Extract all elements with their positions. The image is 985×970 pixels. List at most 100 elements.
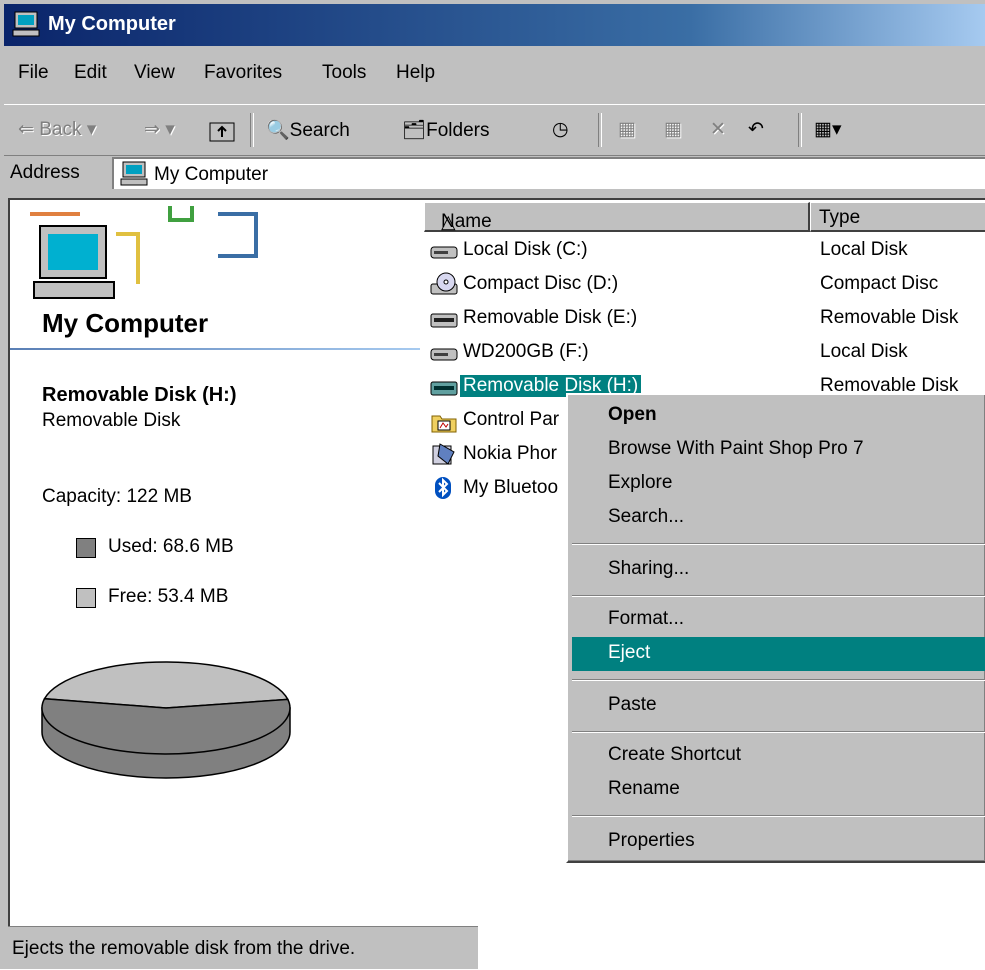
menu-edit[interactable]: Edit xyxy=(74,62,107,84)
used-swatch xyxy=(76,538,96,558)
back-arrow-icon: ⇐ xyxy=(18,119,34,140)
used-text: Used: 68.6 MB xyxy=(108,536,234,557)
menu-item-label: Rename xyxy=(608,778,680,799)
views-button[interactable]: ▦▾ xyxy=(814,118,842,141)
menu-item-label: Properties xyxy=(608,830,695,851)
toolbar-separator xyxy=(598,113,602,147)
menu-separator xyxy=(572,815,985,817)
file-type: Removable Disk xyxy=(820,307,959,328)
file-type: Compact Disc xyxy=(820,273,939,294)
address-value: My Computer xyxy=(154,164,269,185)
folders-label: Folders xyxy=(426,120,490,141)
phone-icon xyxy=(432,443,455,465)
my-computer-banner-icon xyxy=(30,206,258,299)
selected-item-type: Removable Disk xyxy=(42,410,181,431)
menu-item-label: Sharing... xyxy=(608,558,690,579)
menu-item-format[interactable]: Format... xyxy=(572,603,985,637)
menu-view[interactable]: View xyxy=(134,62,175,84)
folders-button[interactable]: 🗂Folders xyxy=(402,118,489,142)
context-menu: Open Browse With Paint Shop Pro 7 Explor… xyxy=(566,393,985,863)
copy-to-button[interactable]: ▦ xyxy=(664,118,682,141)
removable-drive-icon xyxy=(430,381,458,396)
file-name: Local Disk (C:) xyxy=(463,239,588,260)
pane-divider xyxy=(10,348,420,350)
menu-tools[interactable]: Tools xyxy=(322,62,366,84)
menu-item-explore[interactable]: Explore xyxy=(572,467,985,501)
file-type: Local Disk xyxy=(820,341,908,362)
title-bar[interactable]: My Computer xyxy=(4,4,985,46)
history-button[interactable]: ◷ xyxy=(552,118,569,141)
address-label: Address xyxy=(10,162,80,183)
undo-button[interactable]: ↶ xyxy=(748,118,764,141)
delete-button[interactable]: ✕ xyxy=(710,118,726,141)
menu-item-properties[interactable]: Properties xyxy=(572,825,985,859)
disk-usage-pie-chart xyxy=(41,661,291,779)
menu-item-label: Open xyxy=(608,404,657,425)
menu-item-rename[interactable]: Rename xyxy=(572,773,985,807)
menu-item-label: Format... xyxy=(608,608,685,629)
toolbar-separator xyxy=(798,113,802,147)
search-button[interactable]: 🔍Search xyxy=(266,118,350,142)
search-icon: 🔍 xyxy=(266,120,290,141)
free-text: Free: 53.4 MB xyxy=(108,586,229,607)
address-bar: Address My Computer xyxy=(4,156,985,190)
file-type: Local Disk xyxy=(820,239,908,260)
search-label: Search xyxy=(289,120,350,141)
file-name: Nokia Phor xyxy=(463,443,557,464)
status-bar-blank xyxy=(478,926,985,969)
history-icon: ◷ xyxy=(552,119,569,140)
bluetooth-icon xyxy=(435,477,451,499)
up-folder-icon[interactable] xyxy=(208,117,236,143)
column-header-name[interactable]: Name △ xyxy=(424,202,810,233)
selected-item-name: Removable Disk (H:) xyxy=(42,384,237,406)
menu-bar: File Edit View Favorites Tools Help xyxy=(4,52,985,96)
undo-icon: ↶ xyxy=(748,119,764,140)
file-row[interactable]: WD200GB (F:) Local Disk xyxy=(424,336,985,370)
removable-drive-icon xyxy=(430,313,458,328)
free-swatch xyxy=(76,588,96,608)
toolbar-separator xyxy=(250,113,254,147)
file-row[interactable]: Compact Disc (D:) Compact Disc xyxy=(424,268,985,302)
column-header-type[interactable]: Type xyxy=(810,202,985,232)
cd-drive-icon xyxy=(430,272,458,295)
menu-item-open[interactable]: Open xyxy=(572,399,985,433)
file-name: Removable Disk (E:) xyxy=(463,307,638,328)
file-name: My Bluetoo xyxy=(463,477,559,498)
move-to-button[interactable]: ▦ xyxy=(618,118,636,141)
control-panel-icon xyxy=(431,415,457,433)
views-icon: ▦ xyxy=(814,119,832,140)
menu-separator xyxy=(572,543,985,545)
toolbar: ⇐ Back ▾ ⇒ ▾ 🔍Search 🗂Folders ◷ ▦ ▦ ✕ ↶ … xyxy=(4,104,985,156)
menu-item-search[interactable]: Search... xyxy=(572,501,985,535)
menu-item-sharing[interactable]: Sharing... xyxy=(572,553,985,587)
status-text: Ejects the removable disk from the drive… xyxy=(12,938,356,959)
hard-drive-icon xyxy=(430,348,458,361)
file-name: Control Par xyxy=(463,409,560,430)
address-input[interactable]: My Computer xyxy=(112,157,985,189)
menu-item-label: Search... xyxy=(608,506,685,527)
menu-item-eject[interactable]: Eject xyxy=(572,637,985,671)
folders-icon: 🗂 xyxy=(402,120,427,141)
window-title: My Computer xyxy=(48,13,176,35)
sort-ascending-icon: △ xyxy=(441,212,456,233)
menu-file[interactable]: File xyxy=(18,62,49,84)
file-row[interactable]: Removable Disk (E:) Removable Disk xyxy=(424,302,985,336)
move-to-icon: ▦ xyxy=(618,119,636,140)
copy-to-icon: ▦ xyxy=(664,119,682,140)
back-button[interactable]: ⇐ Back ▾ xyxy=(18,118,96,141)
menu-favorites[interactable]: Favorites xyxy=(204,62,282,84)
file-name: Compact Disc (D:) xyxy=(463,273,619,294)
back-label: Back xyxy=(39,119,82,140)
file-row[interactable]: Local Disk (C:) Local Disk xyxy=(424,234,985,268)
menu-item-label: Paste xyxy=(608,694,657,715)
menu-item-browse-with-paint-shop-pro[interactable]: Browse With Paint Shop Pro 7 xyxy=(572,433,985,467)
my-computer-icon xyxy=(12,11,40,37)
menu-item-create-shortcut[interactable]: Create Shortcut xyxy=(572,739,985,773)
forward-button[interactable]: ⇒ ▾ xyxy=(144,118,175,141)
pane-title: My Computer xyxy=(42,308,209,338)
menu-item-label: Eject xyxy=(608,642,651,663)
menu-item-paste[interactable]: Paste xyxy=(572,689,985,723)
menu-help[interactable]: Help xyxy=(396,62,435,84)
window: My Computer File Edit View Favorites Too… xyxy=(0,0,985,969)
status-bar: Ejects the removable disk from the drive… xyxy=(0,926,985,969)
